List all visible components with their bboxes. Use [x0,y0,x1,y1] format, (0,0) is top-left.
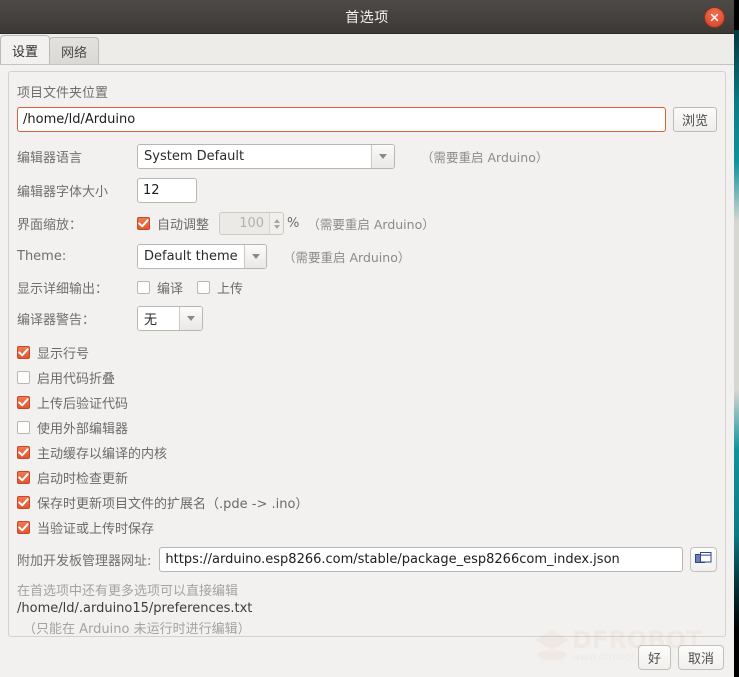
option-verify-after-upload[interactable]: 上传后验证代码 [17,393,717,412]
theme-row: Theme: Default theme （需要重启 Arduino） [17,244,717,269]
compiler-warnings-value: 无 [138,307,179,330]
check-icon [138,219,149,228]
editor-language-select[interactable]: System Default [137,144,395,169]
chevron-down-icon [371,145,394,168]
editor-font-size-row: 编辑器字体大小 [17,178,717,203]
option-label: 当验证或上传时保存 [37,522,155,537]
verbose-upload-label: 上传 [217,282,244,297]
check-icon [18,523,29,532]
editor-language-value: System Default [138,145,371,168]
prefs-file-path: /home/ld/.arduino15/preferences.txt [17,601,253,616]
sketchbook-path-row: 浏览 [17,107,717,132]
option-enable-code-folding[interactable]: 启用代码折叠 [17,368,717,387]
tab-settings-label: 设置 [12,44,39,60]
chevron-down-icon [179,307,202,330]
stepper-arrows-icon[interactable] [269,213,284,234]
browse-button-label: 浏览 [681,114,708,129]
tab-network[interactable]: 网络 [49,37,100,64]
editor-language-row: 编辑器语言 System Default （需要重启 Arduino） [17,144,717,169]
checkbox[interactable] [17,371,30,384]
prefs-edit-note: （只能在 Arduino 未运行时进行编辑） [23,622,251,637]
option-label: 保存时更新项目文件的扩展名（.pde -> .ino） [37,497,309,512]
windows-icon [695,552,712,563]
compiler-warnings-label: 编译器警告： [17,313,96,328]
interface-scale-label: 界面缩放： [17,218,83,233]
option-check-updates-on-startup[interactable]: 启动时检查更新 [17,468,717,487]
option-use-external-editor[interactable]: 使用外部编辑器 [17,418,717,437]
check-icon [18,448,29,457]
checkbox[interactable] [17,471,30,484]
scale-percent-value: 100 [220,213,270,234]
boards-manager-urls-input[interactable] [159,547,683,572]
option-display-line-numbers[interactable]: 显示行号 [17,343,717,362]
theme-label: Theme: [17,249,67,264]
editor-font-size-input[interactable] [137,178,197,203]
boards-manager-urls-label: 附加开发板管理器网址: [17,554,152,569]
editor-font-size-label: 编辑器字体大小 [17,185,109,200]
option-update-extension-on-save[interactable]: 保存时更新项目文件的扩展名（.pde -> .ino） [17,493,717,512]
scale-percent-stepper[interactable]: 100 [219,212,285,235]
browse-button[interactable]: 浏览 [672,107,717,132]
check-icon [18,348,29,357]
cancel-button[interactable]: 取消 [677,645,724,670]
verbose-compile-checkbox[interactable] [137,281,150,294]
interface-scale-note: （需要重启 Arduino） [307,217,435,232]
checkbox[interactable] [17,446,30,459]
interface-scale-row: 界面缩放： 自动调整 100 % （需要重启 Arduino） [17,212,717,235]
editor-language-label: 编辑器语言 [17,151,83,166]
verbose-output-row: 显示详细输出： 编译 上传 [17,278,717,297]
tab-settings[interactable]: 设置 [0,35,51,64]
scale-percent-sign: % [287,216,300,231]
ok-button[interactable]: 好 [637,645,671,670]
option-label: 上传后验证代码 [37,397,129,412]
close-button[interactable] [704,7,725,28]
auto-scale-label: 自动调整 [157,218,210,233]
dialog-content: 项目文件夹位置 浏览 编辑器语言 System Default （需要重启 Ar… [0,65,734,677]
tab-strip: 设置 网络 [0,34,734,65]
close-icon [710,13,719,22]
theme-value: Default theme [138,245,244,268]
option-label: 启动时检查更新 [37,472,129,487]
checkbox[interactable] [17,421,30,434]
auto-scale-checkbox[interactable] [137,217,150,230]
checkbox[interactable] [17,346,30,359]
check-icon [18,473,29,482]
preferences-dialog: 首选项 设置 网络 项目文件夹位置 浏览 [0,0,734,677]
boards-manager-urls-edit-button[interactable] [690,547,717,572]
theme-note: （需要重启 Arduino） [283,250,411,265]
editor-language-note: （需要重启 Arduino） [421,150,549,165]
tab-network-label: 网络 [61,45,88,61]
checkbox[interactable] [17,496,30,509]
title-bar: 首选项 [0,0,734,34]
checkbox[interactable] [17,521,30,534]
ok-button-label: 好 [647,652,661,667]
verbose-compile-label: 编译 [157,282,184,297]
window-title: 首选项 [345,9,389,26]
sketchbook-location-label: 项目文件夹位置 [17,86,109,101]
option-label: 启用代码折叠 [37,372,116,387]
checkbox[interactable] [17,396,30,409]
option-aggressively-cache-core[interactable]: 主动缓存以编译的内核 [17,443,717,462]
settings-panel: 项目文件夹位置 浏览 编辑器语言 System Default （需要重启 Ar… [8,71,726,637]
theme-select[interactable]: Default theme [137,244,267,269]
option-label: 主动缓存以编译的内核 [37,447,168,462]
sketchbook-path-input[interactable] [17,107,666,132]
verbose-upload-checkbox[interactable] [197,281,211,294]
chevron-down-icon [243,245,266,268]
option-label: 显示行号 [37,347,90,362]
more-prefs-note: 在首选项中还有更多选项可以直接编辑 [17,584,239,599]
options-checkbox-list: 显示行号 启用代码折叠 上传后验证代码 使用外部编辑器 主动缓存以编译的内核 启… [17,343,717,537]
check-icon [18,398,29,407]
verbose-output-label: 显示详细输出： [17,282,109,297]
boards-manager-urls-row: 附加开发板管理器网址: [17,547,717,572]
compiler-warnings-row: 编译器警告： 无 [17,306,717,331]
check-icon [18,498,29,507]
cancel-button-label: 取消 [687,652,714,667]
compiler-warnings-select[interactable]: 无 [137,306,203,331]
dialog-actions: 好 取消 [637,645,724,670]
option-save-on-verify-or-upload[interactable]: 当验证或上传时保存 [17,518,717,537]
option-label: 使用外部编辑器 [37,422,129,437]
